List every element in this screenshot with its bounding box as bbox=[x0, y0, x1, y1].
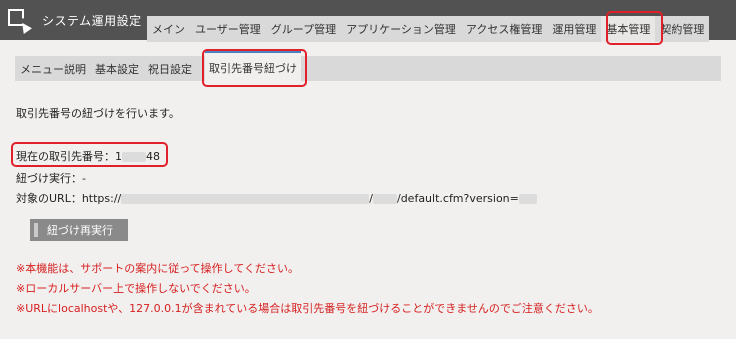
tab-access-management[interactable]: アクセス権管理 bbox=[460, 16, 548, 42]
link-status-text: 紐づけ実行：- bbox=[16, 172, 86, 185]
tab-main[interactable]: メイン bbox=[147, 16, 190, 42]
warning-support: ※本機能は、サポートの案内に従って操作してください。 bbox=[16, 262, 300, 275]
target-url: 対象のURL：https:////default.cfm?version= bbox=[16, 190, 537, 206]
subnav-holiday-settings[interactable]: 祝日設定 bbox=[148, 61, 192, 77]
relink-button-label: 紐づけ再実行 bbox=[47, 224, 113, 237]
button-bar-icon bbox=[34, 223, 38, 237]
description-text: 取引先番号の紐づけを行います。 bbox=[16, 107, 180, 120]
sub-navigation: メニュー説明 基本設定 祝日設定 bbox=[15, 56, 721, 81]
highlight-box-number bbox=[11, 142, 168, 167]
highlight-box-subnav bbox=[202, 49, 307, 87]
redacted-url-host bbox=[121, 194, 370, 204]
subnav-basic-settings[interactable]: 基本設定 bbox=[95, 61, 139, 77]
redacted-url-version bbox=[518, 194, 537, 204]
url-suffix: /default.cfm?version= bbox=[396, 192, 519, 205]
system-settings-icon bbox=[6, 7, 32, 34]
highlight-box-tab bbox=[606, 11, 663, 45]
tab-contract-management[interactable]: 契約管理 bbox=[655, 16, 710, 42]
warning-local-server: ※ローカルサーバー上で操作しないでください。 bbox=[16, 282, 256, 295]
warning-localhost: ※URLにlocalhostや、127.0.0.1が含まれている場合は取引先番号… bbox=[16, 302, 599, 315]
app-title: システム運用設定 bbox=[42, 13, 142, 28]
redacted-url-path bbox=[372, 194, 397, 204]
tab-operation-management[interactable]: 運用管理 bbox=[547, 16, 602, 42]
relink-button[interactable]: 紐づけ再実行 bbox=[30, 219, 128, 241]
tab-group-management[interactable]: グループ管理 bbox=[265, 16, 342, 42]
app-brand[interactable]: システム運用設定 bbox=[6, 6, 142, 34]
url-label: 対象のURL：https:// bbox=[16, 192, 122, 205]
tab-user-management[interactable]: ユーザー管理 bbox=[190, 16, 266, 42]
subnav-menu-description[interactable]: メニュー説明 bbox=[20, 61, 86, 77]
tab-application-management[interactable]: アプリケーション管理 bbox=[341, 16, 461, 42]
